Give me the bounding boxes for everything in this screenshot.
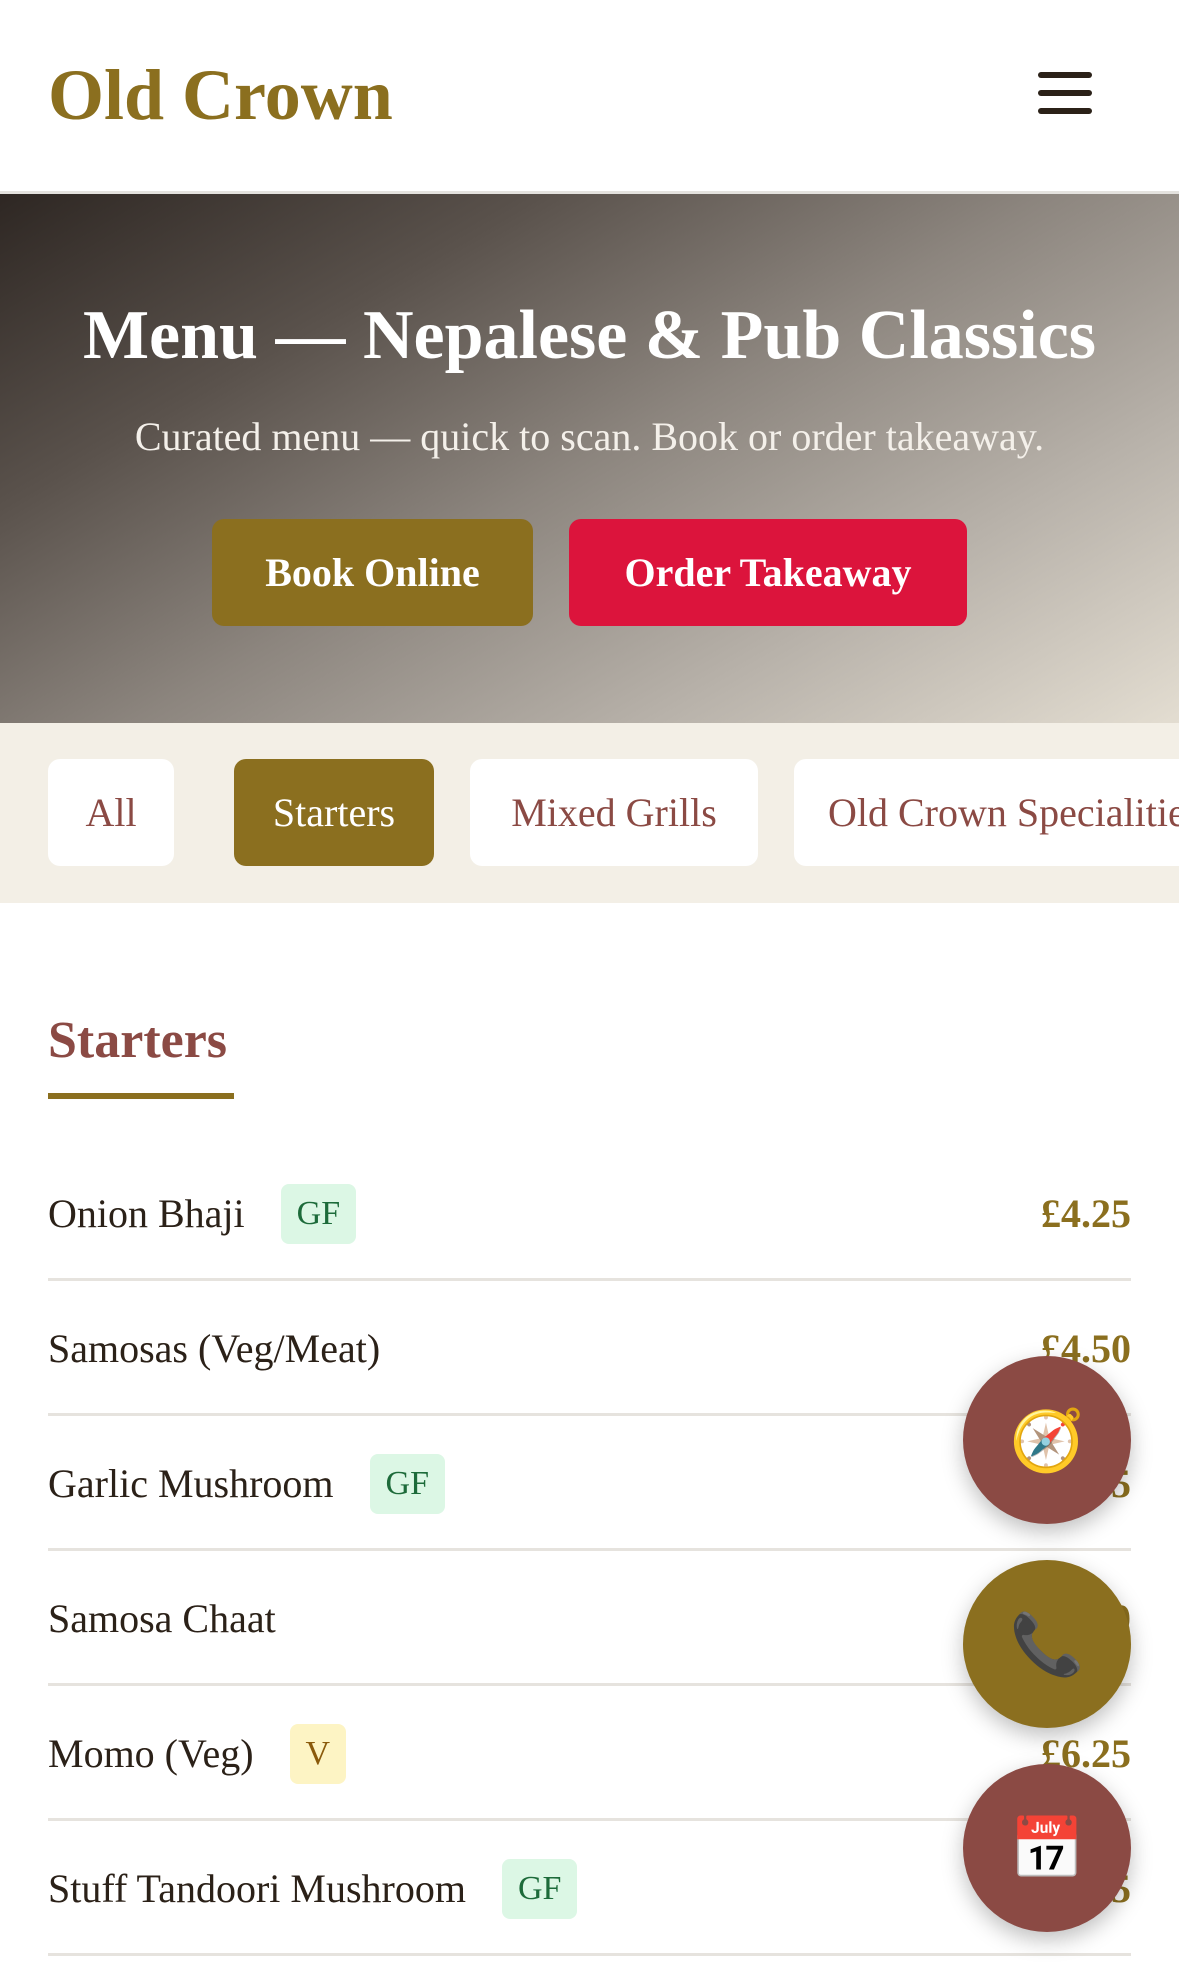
menu-item-name: Samosa Chaat (48, 1596, 276, 1641)
gluten-free-badge: GF (280, 1183, 357, 1244)
hero-subtitle: Curated menu — quick to scan. Book or or… (134, 414, 1045, 459)
menu-bar (1038, 72, 1092, 78)
gluten-free-badge: GF (369, 1453, 445, 1514)
vegetarian-badge: V (289, 1723, 347, 1784)
gluten-free-badge: GF (501, 1858, 578, 1919)
order-takeaway-button[interactable]: Order Takeaway (569, 519, 967, 626)
tab-all[interactable]: All (48, 759, 174, 866)
menu-item-price: £4.25 (1041, 1191, 1131, 1236)
book-online-button[interactable]: Book Online (212, 519, 533, 626)
directions-button[interactable]: 🧭 (963, 1356, 1131, 1524)
brand-logo[interactable]: Old Crown (48, 52, 393, 138)
menu-item-name: Momo (Veg) (48, 1731, 254, 1776)
menu-bar (1038, 108, 1092, 114)
menu-item-name: Samosas (Veg/Meat) (48, 1326, 381, 1371)
hero-banner: Menu — Nepalese & Pub Classics Curated m… (0, 194, 1179, 723)
section-title: Starters (48, 1012, 228, 1069)
menu-bar (1038, 90, 1092, 96)
menu-item[interactable]: Momo (Veg) V £6.25 (48, 1686, 1131, 1821)
hamburger-menu-icon[interactable] (1030, 66, 1100, 126)
category-tabs: All Starters Mixed Grills Old Crown Spec… (0, 723, 1179, 903)
menu-item-name: Onion Bhaji (48, 1191, 245, 1236)
tab-old-crown-specialities[interactable]: Old Crown Specialities (794, 759, 1179, 866)
hero-title: Menu — Nepalese & Pub Classics (82, 297, 1097, 374)
booking-calendar-button[interactable]: 📅 (963, 1764, 1131, 1932)
tab-mixed-grills[interactable]: Mixed Grills (470, 759, 758, 866)
site-header: Old Crown (0, 0, 1179, 194)
menu-item[interactable]: Onion Bhaji GF £4.25 (48, 1146, 1131, 1281)
menu-item-name: Garlic Mushroom (48, 1461, 334, 1506)
menu-item[interactable]: Samosas (Veg/Meat) £4.50 (48, 1281, 1131, 1416)
compass-icon: 🧭 (1009, 1405, 1085, 1476)
call-button[interactable]: 📞 (963, 1560, 1131, 1728)
phone-icon: 📞 (1009, 1609, 1085, 1680)
tab-starters[interactable]: Starters (234, 759, 434, 866)
menu-item-name: Stuff Tandoori Mushroom (48, 1866, 466, 1911)
section-underline (48, 1093, 234, 1099)
calendar-icon: 📅 (1009, 1813, 1085, 1884)
